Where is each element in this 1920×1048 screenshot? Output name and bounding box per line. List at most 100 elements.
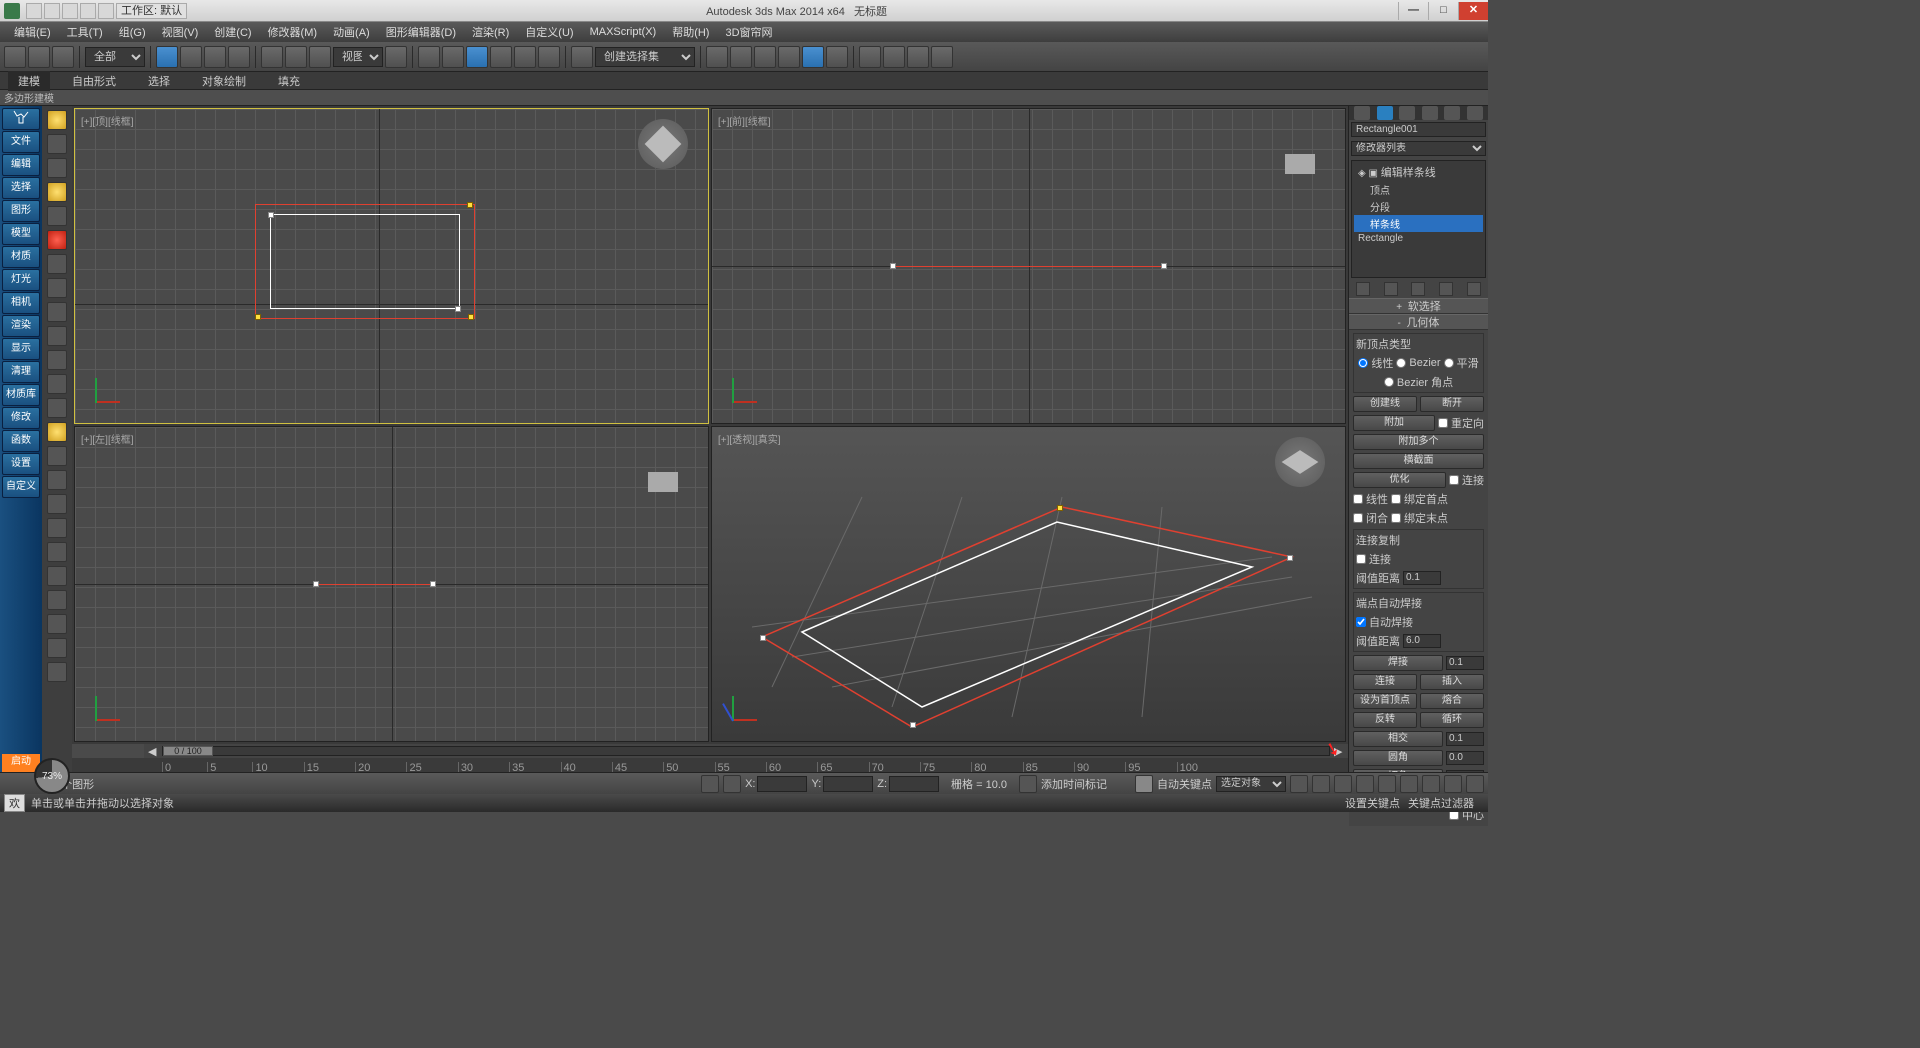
main-toolbar[interactable]: 全部 视图 创建选择集 [0, 42, 1488, 72]
vertex-handle[interactable] [1161, 263, 1167, 269]
tool-icon-10[interactable] [47, 398, 67, 418]
ribbon-tabs[interactable]: 建模自由形式选择对象绘制填充 [0, 72, 1488, 90]
threshold2-spinner[interactable]: 6.0 [1403, 634, 1441, 648]
play-icon[interactable] [1334, 775, 1352, 793]
select-object-icon[interactable] [156, 46, 178, 68]
connect2-check[interactable] [1356, 554, 1366, 564]
timeline-ruler[interactable]: 0510152025303540455055606570758085909510… [72, 758, 1348, 772]
render-setup-icon[interactable] [859, 46, 881, 68]
redo-icon[interactable] [28, 46, 50, 68]
modifier-stack[interactable]: ◈ ▣ 编辑样条线 顶点 分段 样条线 Rectangle [1351, 160, 1486, 278]
leftbtn-6[interactable]: 材质 [2, 246, 40, 268]
snap-2d-icon[interactable] [466, 46, 488, 68]
modify-tab-icon[interactable] [1377, 106, 1393, 120]
menu-bar[interactable]: 编辑(E)工具(T)组(G)视图(V)创建(C)修改器(M)动画(A)图形编辑器… [0, 22, 1488, 42]
select-by-name-icon[interactable] [180, 46, 202, 68]
render-icon[interactable] [907, 46, 929, 68]
spinner-snap-icon[interactable] [538, 46, 560, 68]
vertex-handle[interactable] [468, 314, 474, 320]
move-icon[interactable] [261, 46, 283, 68]
goto-end-icon[interactable] [1378, 775, 1396, 793]
perf-indicator[interactable]: 73% [34, 758, 70, 794]
teapot-icon[interactable] [931, 46, 953, 68]
viewport-top[interactable]: [+][顶][线框] [74, 108, 709, 424]
radio-bezcorner[interactable] [1384, 377, 1394, 387]
viewport-perspective[interactable]: [+][透视][真实] [711, 426, 1346, 742]
ribbon-tab-4[interactable]: 填充 [268, 71, 310, 91]
time-slider[interactable]: ◀ 0 / 100 ▶ [144, 744, 1348, 758]
menu-图形编辑器(D)[interactable]: 图形编辑器(D) [378, 22, 464, 42]
leftbtn-3[interactable]: 选择 [2, 177, 40, 199]
cycle-button[interactable]: 循环 [1420, 712, 1484, 728]
timetag-icon[interactable] [1019, 775, 1037, 793]
qat-redo-icon[interactable] [98, 3, 114, 19]
align-icon[interactable] [730, 46, 752, 68]
lock-icon[interactable] [701, 775, 719, 793]
cross-section-button[interactable]: 横截面 [1353, 453, 1484, 469]
stack-segment[interactable]: 分段 [1354, 198, 1483, 215]
fillet-button[interactable]: 圆角 [1353, 750, 1443, 766]
menu-动画(A)[interactable]: 动画(A) [325, 22, 378, 42]
vertex-handle[interactable] [467, 202, 473, 208]
reorient-check[interactable] [1438, 418, 1448, 428]
break-button[interactable]: 断开 [1420, 396, 1484, 412]
tool-icon-4[interactable] [47, 254, 67, 274]
leftbtn-4[interactable]: 图形 [2, 200, 40, 222]
leftbtn-10[interactable]: 显示 [2, 338, 40, 360]
setkey-label[interactable]: 设置关键点 [1345, 795, 1400, 811]
keyfilter-label[interactable]: 关键点过滤器 [1408, 795, 1474, 811]
tool-icon-14[interactable] [47, 518, 67, 538]
snap-percent-icon[interactable] [514, 46, 536, 68]
menu-渲染(R)[interactable]: 渲染(R) [464, 22, 517, 42]
radio-linear[interactable] [1358, 358, 1368, 368]
mirror-icon[interactable] [706, 46, 728, 68]
leftbtn-5[interactable]: 模型 [2, 223, 40, 245]
nav-orbit-icon[interactable] [1444, 775, 1462, 793]
vertex-handle[interactable] [1057, 505, 1063, 511]
makefirst-button[interactable]: 设为首顶点 [1353, 693, 1417, 709]
menu-帮助(H)[interactable]: 帮助(H) [664, 22, 717, 42]
vertex-handle[interactable] [268, 212, 274, 218]
autoweld-check[interactable] [1356, 617, 1366, 627]
ime-indicator[interactable]: 欢 [4, 794, 25, 812]
create-line-button[interactable]: 创建线 [1353, 396, 1417, 412]
modifier-list-select[interactable]: 修改器列表 [1351, 141, 1486, 156]
motion-tab-icon[interactable] [1422, 106, 1438, 120]
crossinsert-button[interactable]: 相交 [1353, 731, 1443, 747]
tool-icon-17[interactable] [47, 590, 67, 610]
link-icon[interactable] [52, 46, 74, 68]
menu-修改器(M)[interactable]: 修改器(M) [260, 22, 326, 42]
menu-组(G)[interactable]: 组(G) [111, 22, 154, 42]
vertex-handle[interactable] [255, 314, 261, 320]
vertex-handle[interactable] [455, 306, 461, 312]
rollout-softsel[interactable]: + 软选择 [1349, 298, 1488, 314]
stack-tools[interactable] [1349, 282, 1488, 296]
tool-icon-9[interactable] [47, 374, 67, 394]
snap-angle-icon[interactable] [490, 46, 512, 68]
qat-new-icon[interactable] [26, 3, 42, 19]
tool-icon-8[interactable] [47, 350, 67, 370]
coord-z-input[interactable] [889, 776, 939, 792]
config-icon[interactable] [1467, 282, 1481, 296]
scope-select[interactable]: 全部 [85, 47, 145, 67]
command-panel[interactable]: Rectangle001 修改器列表 ◈ ▣ 编辑样条线 顶点 分段 样条线 R… [1348, 106, 1488, 772]
rotate-icon[interactable] [285, 46, 307, 68]
menu-MAXScript(X)[interactable]: MAXScript(X) [582, 24, 665, 40]
tool-icon-18[interactable] [47, 614, 67, 634]
tool-icon-3[interactable] [47, 206, 67, 226]
nav-max-icon[interactable] [1466, 775, 1484, 793]
tool-icon-12[interactable] [47, 470, 67, 490]
optimize-button[interactable]: 优化 [1353, 472, 1446, 488]
ribbon-tab-0[interactable]: 建模 [8, 71, 50, 91]
stack-editspline[interactable]: ◈ ▣ 编辑样条线 [1354, 163, 1483, 181]
namedsel-select[interactable]: 创建选择集 [595, 47, 695, 67]
bindfirst-check[interactable] [1391, 494, 1401, 504]
vp-label-top[interactable]: [+][顶][线框] [81, 113, 134, 128]
coord-y-input[interactable] [823, 776, 873, 792]
isolate-icon[interactable] [723, 775, 741, 793]
rollout-geometry[interactable]: - 几何体 [1349, 314, 1488, 330]
crossinsert-spinner[interactable]: 0.1 [1446, 732, 1484, 746]
editnamedsel-icon[interactable] [571, 46, 593, 68]
leftbtn-14[interactable]: 函数 [2, 430, 40, 452]
tool-icon-20[interactable] [47, 662, 67, 682]
